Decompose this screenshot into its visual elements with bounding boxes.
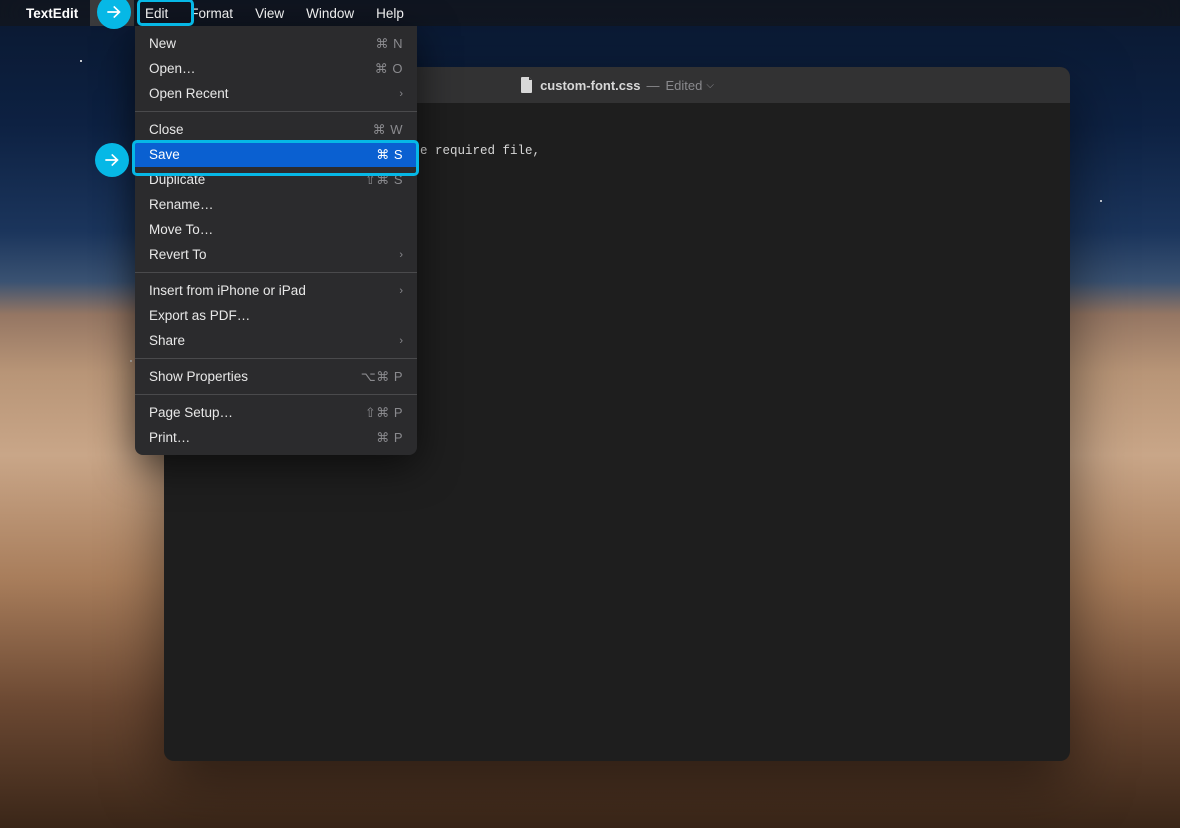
menu-item-page-setup[interactable]: Page Setup… ⇧⌘ P [135, 400, 417, 425]
menu-separator [135, 272, 417, 273]
menu-item-label: Duplicate [149, 172, 205, 187]
menu-separator [135, 394, 417, 395]
menu-item-label: Page Setup… [149, 405, 233, 420]
menu-shortcut: ⌘ O [375, 61, 403, 77]
menu-format[interactable]: Format [179, 0, 244, 26]
menu-item-open[interactable]: Open… ⌘ O [135, 56, 417, 81]
chevron-right-icon: › [399, 335, 403, 347]
menu-item-close[interactable]: Close ⌘ W [135, 117, 417, 142]
menu-item-label: Open… [149, 61, 196, 76]
menu-item-label: Print… [149, 430, 190, 445]
menu-item-label: Close [149, 122, 184, 137]
menu-item-move-to[interactable]: Move To… [135, 217, 417, 242]
app-name[interactable]: TextEdit [22, 6, 90, 21]
menu-help[interactable]: Help [365, 0, 415, 26]
menu-item-label: Move To… [149, 222, 213, 237]
menu-shortcut: ⌘ W [373, 122, 403, 138]
menu-item-share[interactable]: Share › [135, 328, 417, 353]
menu-item-label: Export as PDF… [149, 308, 250, 323]
menu-shortcut: ⇧⌘ S [365, 172, 403, 188]
file-menu-dropdown: New ⌘ N Open… ⌘ O Open Recent › Close ⌘ W Save ⌘ … [135, 26, 417, 455]
editor-status: Edited [665, 78, 702, 93]
menu-item-export-as-pdf[interactable]: Export as PDF… [135, 303, 417, 328]
menu-shortcut: ⌥⌘ P [361, 369, 403, 385]
menu-item-label: Save [149, 147, 180, 162]
menu-separator [135, 111, 417, 112]
menu-item-revert-to[interactable]: Revert To › [135, 242, 417, 267]
menu-item-label: Insert from iPhone or iPad [149, 283, 306, 298]
separator: — [646, 78, 659, 93]
file-icon [520, 77, 534, 93]
menu-window[interactable]: Window [295, 0, 365, 26]
menu-view[interactable]: View [244, 0, 295, 26]
chevron-right-icon: › [399, 88, 403, 100]
editor-filename: custom-font.css [540, 78, 640, 93]
menu-file[interactable]: File [90, 0, 134, 26]
menu-edit[interactable]: Edit [134, 0, 179, 26]
callout-arrow-save [95, 143, 129, 177]
menu-separator [135, 358, 417, 359]
menu-item-rename[interactable]: Rename… [135, 192, 417, 217]
menu-item-label: Revert To [149, 247, 207, 262]
chevron-right-icon: › [399, 285, 403, 297]
menu-shortcut: ⌘ P [376, 430, 403, 446]
menu-shortcut: ⌘ S [376, 147, 403, 163]
chevron-down-icon[interactable]: ⌵ [706, 80, 714, 91]
menu-item-print[interactable]: Print… ⌘ P [135, 425, 417, 450]
menu-shortcut: ⇧⌘ P [365, 405, 403, 421]
menu-item-label: New [149, 36, 176, 51]
menu-shortcut: ⌘ N [376, 36, 404, 52]
menu-item-label: Rename… [149, 197, 214, 212]
macos-menubar: TextEdit FileEditFormatViewWindowHelp [0, 0, 1180, 26]
menu-item-open-recent[interactable]: Open Recent › [135, 81, 417, 106]
menu-item-new[interactable]: New ⌘ N [135, 31, 417, 56]
chevron-right-icon: › [399, 249, 403, 261]
menu-item-save[interactable]: Save ⌘ S [135, 142, 417, 167]
menu-item-label: Show Properties [149, 369, 248, 384]
menu-item-insert-from-iphone-or-ipad[interactable]: Insert from iPhone or iPad › [135, 278, 417, 303]
menu-item-show-properties[interactable]: Show Properties ⌥⌘ P [135, 364, 417, 389]
menu-item-label: Open Recent [149, 86, 229, 101]
menu-item-duplicate[interactable]: Duplicate ⇧⌘ S [135, 167, 417, 192]
menu-item-label: Share [149, 333, 185, 348]
